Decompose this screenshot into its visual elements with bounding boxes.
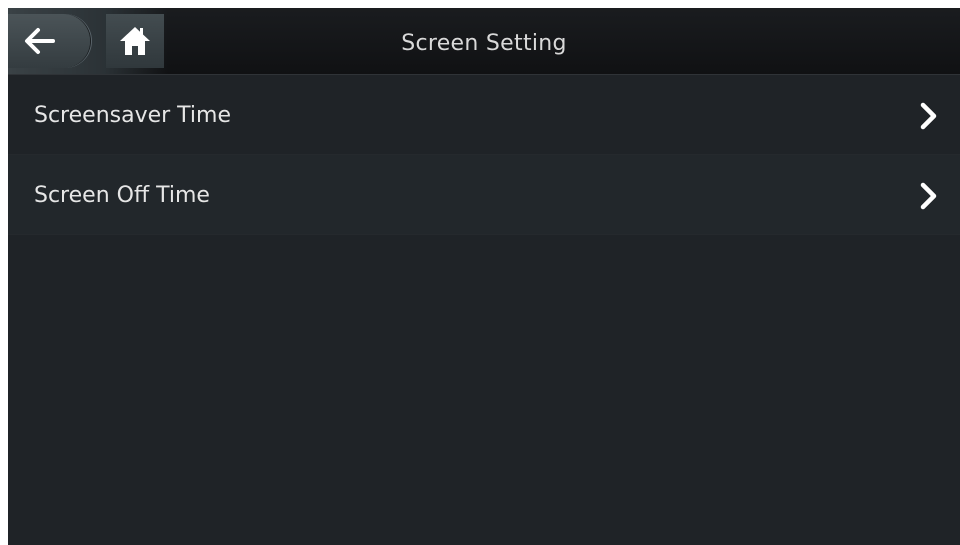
title-bar: Screen Setting (8, 8, 960, 75)
menu-list: Screensaver Time Screen Off Time (8, 75, 960, 235)
arrow-left-icon (25, 28, 55, 54)
menu-item-screen-off-time[interactable]: Screen Off Time (8, 155, 960, 235)
chevron-right-icon (920, 102, 937, 130)
back-button[interactable] (8, 14, 90, 68)
device-screen: Screen Setting Screensaver Time Screen O… (8, 8, 960, 545)
nav-cluster (8, 8, 168, 74)
chevron-right-icon (920, 182, 937, 210)
home-button[interactable] (106, 14, 164, 68)
menu-item-label: Screen Off Time (34, 183, 210, 208)
menu-item-label: Screensaver Time (34, 103, 232, 128)
home-icon (120, 27, 150, 55)
menu-item-screensaver-time[interactable]: Screensaver Time (8, 75, 960, 155)
